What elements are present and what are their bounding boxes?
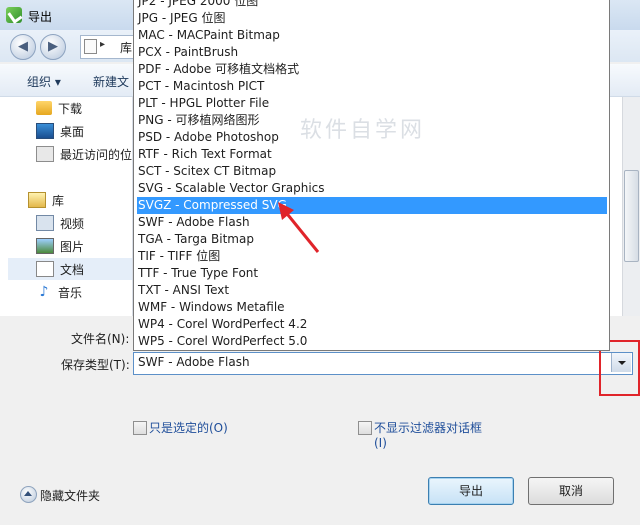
filetype-option-label: PNG - 可移植网络图形 <box>138 113 260 127</box>
window-title: 导出 <box>28 10 53 24</box>
filetype-option-label: RTF - Rich Text Format <box>138 147 272 161</box>
filetype-option-label: TGA - Targa Bitmap <box>138 232 254 246</box>
filetype-option[interactable]: SWF - Adobe Flash <box>137 214 607 231</box>
cancel-button[interactable]: 取消 <box>528 477 614 505</box>
filetype-option-label: PLT - HPGL Plotter File <box>138 96 270 110</box>
hide-folders-button[interactable]: 隐藏文件夹 <box>40 487 100 504</box>
filetype-option[interactable]: SVG - Scalable Vector Graphics <box>137 180 607 197</box>
filetype-option[interactable]: JPG - JPEG 位图 <box>137 10 607 27</box>
filetype-option[interactable]: PLT - HPGL Plotter File <box>137 95 607 112</box>
filetype-option[interactable]: TTF - True Type Font <box>137 265 607 282</box>
library-icon <box>28 192 46 208</box>
documents-icon <box>36 261 54 277</box>
filetype-option[interactable]: PCT - Macintosh PICT <box>137 78 607 95</box>
filetype-option[interactable]: WMF - Windows Metafile <box>137 299 607 316</box>
filetype-option-label: JPG - JPEG 位图 <box>138 11 226 25</box>
filetype-option[interactable]: MAC - MACPaint Bitmap <box>137 27 607 44</box>
app-icon <box>6 7 22 23</box>
filetype-option[interactable]: JP2 - JPEG 2000 位图 <box>137 0 607 10</box>
sidebar-item-label: 最近访问的位置 <box>60 147 132 162</box>
annotation-arrow <box>278 202 320 253</box>
sidebar-item-label: 下载 <box>58 101 83 116</box>
no-filter-dialog-label-accel[interactable]: (I) <box>374 436 387 450</box>
filetype-option-label: SWF - Adobe Flash <box>138 215 250 229</box>
filetype-option[interactable]: WP5 - Corel WordPerfect 5.0 <box>137 333 607 350</box>
sidebar-item-desktop[interactable]: 桌面 <box>14 120 132 142</box>
filetype-option-label: PCT - Macintosh PICT <box>138 79 265 93</box>
filetype-option[interactable]: PDF - Adobe 可移植文档格式 <box>137 61 607 78</box>
sidebar-item-videos[interactable]: 视频 <box>14 212 132 234</box>
filetype-option-label: TIF - TIFF 位图 <box>138 249 221 263</box>
pictures-icon <box>36 238 54 254</box>
breadcrumb-separator-icon[interactable]: ▸ <box>100 39 105 50</box>
filetype-option-label: PCX - PaintBrush <box>138 45 239 59</box>
filetype-option[interactable]: WP4 - Corel WordPerfect 4.2 <box>137 316 607 333</box>
filetype-label: 保存类型(T): <box>61 358 130 372</box>
sidebar-item-downloads[interactable]: 下载 <box>14 97 132 119</box>
filetype-option[interactable]: TXT - ANSI Text <box>137 282 607 299</box>
watermark: 软件自学网 <box>300 118 426 143</box>
sidebar-item-label: 文档 <box>60 262 85 277</box>
scrollbar-thumb[interactable] <box>624 170 639 262</box>
filetype-option-label: WP4 - Corel WordPerfect 4.2 <box>138 317 308 331</box>
folder-page-icon <box>84 39 97 54</box>
filetype-option[interactable]: SCT - Scitex CT Bitmap <box>137 163 607 180</box>
sidebar-item-recent[interactable]: 最近访问的位置 <box>14 143 132 165</box>
organize-menu[interactable]: 组织 ▾ <box>27 73 61 90</box>
filetype-option-label: MAC - MACPaint Bitmap <box>138 28 280 42</box>
desktop-icon <box>36 123 54 139</box>
export-button[interactable]: 导出 <box>428 477 514 505</box>
sidebar-item-label: 视频 <box>60 216 85 231</box>
filename-label: 文件名(N): <box>71 332 130 346</box>
only-selected-label[interactable]: 只是选定的(O) <box>149 419 228 436</box>
filetype-option[interactable]: PCX - PaintBrush <box>137 44 607 61</box>
sidebar-item-documents[interactable]: 文档 <box>8 258 132 280</box>
sidebar-item-label: 图片 <box>60 239 85 254</box>
recent-places-icon <box>36 146 54 162</box>
filetype-option-label: PDF - Adobe 可移植文档格式 <box>138 62 300 76</box>
sidebar-item-label: 音乐 <box>58 285 83 300</box>
forward-button[interactable]: ▶ <box>40 34 66 60</box>
forward-arrow-icon: ▶ <box>48 39 58 54</box>
filetype-select-value: SWF - Adobe Flash <box>138 355 250 369</box>
filetype-dropdown-list[interactable]: JP2 - JPEG 2000 位图 JPG - JPEG 位图 MAC - MAC… <box>133 0 610 351</box>
no-filter-dialog-checkbox[interactable] <box>358 421 372 435</box>
download-folder-icon <box>36 101 52 115</box>
video-icon <box>36 215 54 231</box>
only-selected-checkbox[interactable] <box>133 421 147 435</box>
filetype-option-label: WP5 - Corel WordPerfect 5.0 <box>138 334 308 348</box>
filetype-option-label: TTF - True Type Font <box>138 266 259 280</box>
filetype-option[interactable]: RTF - Rich Text Format <box>137 146 607 163</box>
filetype-option-label: TXT - ANSI Text <box>138 283 230 297</box>
music-icon: ♪ <box>39 284 49 300</box>
filetype-option[interactable]: SVGZ - Compressed SVG <box>137 197 607 214</box>
new-folder-button[interactable]: 新建文 <box>93 73 129 90</box>
filetype-option-label: SCT - Scitex CT Bitmap <box>138 164 277 178</box>
breadcrumb-library[interactable]: 库 <box>120 39 132 56</box>
sidebar-item-libraries[interactable]: 库 <box>0 189 132 211</box>
sidebar-item-pictures[interactable]: 图片 <box>14 235 132 257</box>
filetype-option-label: SVGZ - Compressed SVG <box>138 198 287 212</box>
collapse-up-icon[interactable] <box>20 486 37 503</box>
back-arrow-icon: ◀ <box>18 39 28 54</box>
filetype-option-label: JP2 - JPEG 2000 位图 <box>138 0 259 8</box>
filetype-option-label: PSD - Adobe Photoshop <box>138 130 279 144</box>
back-button[interactable]: ◀ <box>10 34 36 60</box>
sidebar-item-music[interactable]: ♪ 音乐 <box>14 281 132 303</box>
sidebar-item-label: 桌面 <box>60 124 85 139</box>
sidebar-item-label: 库 <box>52 193 65 208</box>
filetype-option[interactable]: TGA - Targa Bitmap <box>137 231 607 248</box>
no-filter-dialog-label[interactable]: 不显示过滤器对话框 <box>374 419 482 436</box>
filetype-option-label: SVG - Scalable Vector Graphics <box>138 181 325 195</box>
filetype-option-label: WMF - Windows Metafile <box>138 300 285 314</box>
filetype-option[interactable]: TIF - TIFF 位图 <box>137 248 607 265</box>
